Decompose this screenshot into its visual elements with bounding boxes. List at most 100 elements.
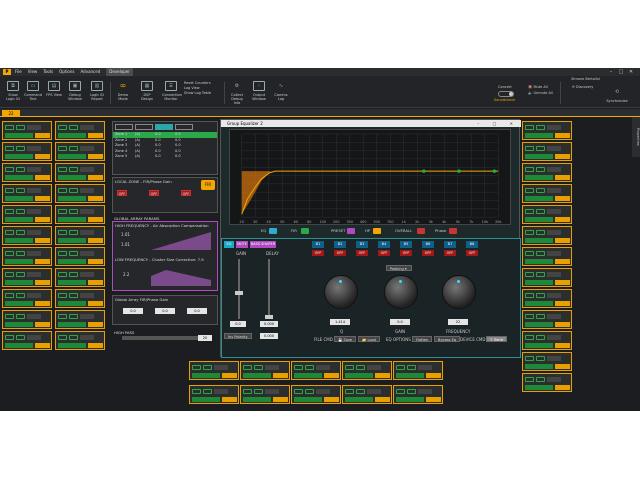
global-fir-value-2[interactable]: 0.0 — [155, 308, 175, 314]
speaker-module[interactable] — [189, 361, 239, 380]
gain-fader-handle[interactable] — [235, 291, 243, 295]
fir-toggle[interactable] — [301, 228, 309, 234]
q-knob[interactable] — [324, 275, 358, 309]
speaker-module[interactable] — [522, 163, 572, 182]
speaker-module[interactable] — [2, 184, 52, 203]
speaker-module[interactable] — [342, 385, 392, 404]
speaker-module[interactable] — [55, 331, 105, 350]
speaker-module[interactable] — [522, 268, 572, 287]
speaker-module[interactable] — [2, 205, 52, 224]
speaker-module[interactable] — [522, 352, 572, 371]
speaker-module[interactable] — [2, 226, 52, 245]
unmute-all-button[interactable]: 🔈 Unmute All — [528, 91, 553, 96]
menu-tools[interactable]: Tools — [43, 68, 53, 76]
hp-toggle[interactable] — [373, 228, 381, 234]
command-test-button[interactable]: ▭ Command Test — [24, 81, 42, 101]
speaker-module[interactable] — [2, 247, 52, 266]
speaker-module[interactable] — [55, 268, 105, 287]
hf-value-2[interactable]: 1.01 — [121, 242, 130, 247]
discovery-button[interactable]: ⟳ Discovery — [572, 85, 593, 90]
speaker-module[interactable] — [522, 121, 572, 140]
concert-toggle[interactable] — [498, 91, 514, 97]
fir-off-button[interactable]: OFF — [117, 190, 127, 196]
speaker-module[interactable] — [393, 385, 443, 404]
speaker-module[interactable] — [55, 121, 105, 140]
speaker-module[interactable] — [2, 268, 52, 287]
phase-off-button[interactable]: OFF — [149, 190, 159, 196]
speaker-module[interactable] — [522, 331, 572, 350]
band-off-button[interactable]: OFF — [334, 250, 346, 256]
band-button-b4[interactable]: B4 — [378, 241, 390, 248]
collect-debug-info-button[interactable]: ⚙ Collect Debug Info — [228, 81, 246, 106]
gain-value[interactable]: 0.0 — [230, 321, 246, 327]
speaker-module[interactable] — [2, 121, 52, 140]
speaker-module[interactable] — [2, 331, 52, 350]
band-button-b1[interactable]: B1 — [312, 241, 324, 248]
global-fir-value-1[interactable]: 0.0 — [123, 308, 143, 314]
speaker-module[interactable] — [2, 289, 52, 308]
band-button-b8[interactable]: B8 — [466, 241, 478, 248]
band-off-button[interactable]: OFF — [466, 250, 478, 256]
tab-main[interactable]: 22 — [2, 110, 20, 117]
global-fir-value-3[interactable]: 0.0 — [187, 308, 207, 314]
high-pass-slider[interactable] — [122, 336, 206, 340]
menu-options[interactable]: Options — [59, 68, 74, 76]
speaker-module[interactable] — [2, 310, 52, 329]
band-button-b5[interactable]: B5 — [400, 241, 412, 248]
dsp-design-button[interactable]: ▦ DSP Design — [138, 81, 156, 101]
speaker-module[interactable] — [55, 184, 105, 203]
fps-view-button[interactable]: ▤ FPS View — [45, 81, 63, 97]
delay-value[interactable]: 0.000 — [260, 321, 278, 327]
speaker-module[interactable] — [522, 184, 572, 203]
mode-eq-button[interactable]: EQ — [224, 241, 234, 248]
minimize-icon[interactable]: – — [606, 68, 616, 76]
delay-fader[interactable] — [268, 259, 270, 319]
save-button[interactable]: 💾 Save — [334, 336, 357, 342]
gain-fader[interactable] — [238, 259, 240, 319]
zone-tab-3[interactable] — [155, 124, 173, 130]
send-button[interactable]: ↑ Send — [486, 336, 507, 342]
speaker-module[interactable] — [522, 289, 572, 308]
speaker-module[interactable] — [55, 163, 105, 182]
flatten-button[interactable]: Flatten — [412, 336, 433, 342]
speaker-module[interactable] — [55, 226, 105, 245]
eq-toggle[interactable] — [269, 228, 277, 234]
speaker-module[interactable] — [240, 385, 290, 404]
invert-polarity-button[interactable]: Inv Polarity — [224, 333, 252, 339]
speaker-module[interactable] — [342, 361, 392, 380]
band-button-b7[interactable]: B7 — [444, 241, 456, 248]
gain-knob-value[interactable]: 0.0 — [390, 319, 410, 325]
menu-file[interactable]: File — [15, 68, 22, 76]
high-pass-value[interactable]: 20 — [198, 335, 212, 341]
delay-value-2[interactable]: 0.000 — [260, 333, 278, 339]
speaker-module[interactable] — [240, 361, 290, 380]
speaker-module[interactable] — [522, 310, 572, 329]
zone-tab-4[interactable] — [175, 124, 193, 130]
q-value[interactable]: 1.414 — [330, 319, 350, 325]
band-off-button[interactable]: OFF — [378, 250, 390, 256]
zone-tab-1[interactable] — [115, 124, 133, 130]
eq-window-controls[interactable]: – □ ✕ — [477, 120, 519, 127]
speaker-module[interactable] — [55, 289, 105, 308]
speaker-module[interactable] — [291, 361, 341, 380]
filter-type-select[interactable]: Peaking ▾ — [386, 265, 412, 271]
preset-toggle[interactable] — [347, 228, 355, 234]
connection-monitor-button[interactable]: ⌸ Connection Monitor — [162, 81, 182, 101]
eq-response-graph[interactable]: 20 30 40 50 60 80 100 200 300 400 500 700 1k 2k 3k 4k 5k… — [229, 129, 511, 225]
menu-advanced[interactable]: Advanced — [81, 68, 101, 76]
hf-value-1[interactable]: 1.01 — [121, 232, 130, 237]
delay-fader-handle[interactable] — [265, 315, 273, 319]
speaker-module[interactable] — [55, 142, 105, 161]
zone-row[interactable]: Zone 5 (A) 0.0 0.0 — [113, 154, 217, 160]
band-off-button[interactable]: OFF — [312, 250, 324, 256]
comms-log-button[interactable]: ∿ Comms Log — [272, 81, 290, 102]
mode-mute-button[interactable]: MUTE — [236, 241, 248, 248]
speaker-module[interactable] — [522, 205, 572, 224]
output-window-button[interactable]: › Output Window — [250, 81, 268, 101]
show-log-table-item[interactable]: Show Log Table — [184, 91, 211, 96]
properties-side-tab[interactable]: Properties — [632, 117, 640, 157]
band-off-button[interactable]: OFF — [444, 250, 456, 256]
zone-tab-2[interactable] — [135, 124, 153, 130]
frequency-knob[interactable] — [442, 275, 476, 309]
speaker-module[interactable] — [55, 205, 105, 224]
